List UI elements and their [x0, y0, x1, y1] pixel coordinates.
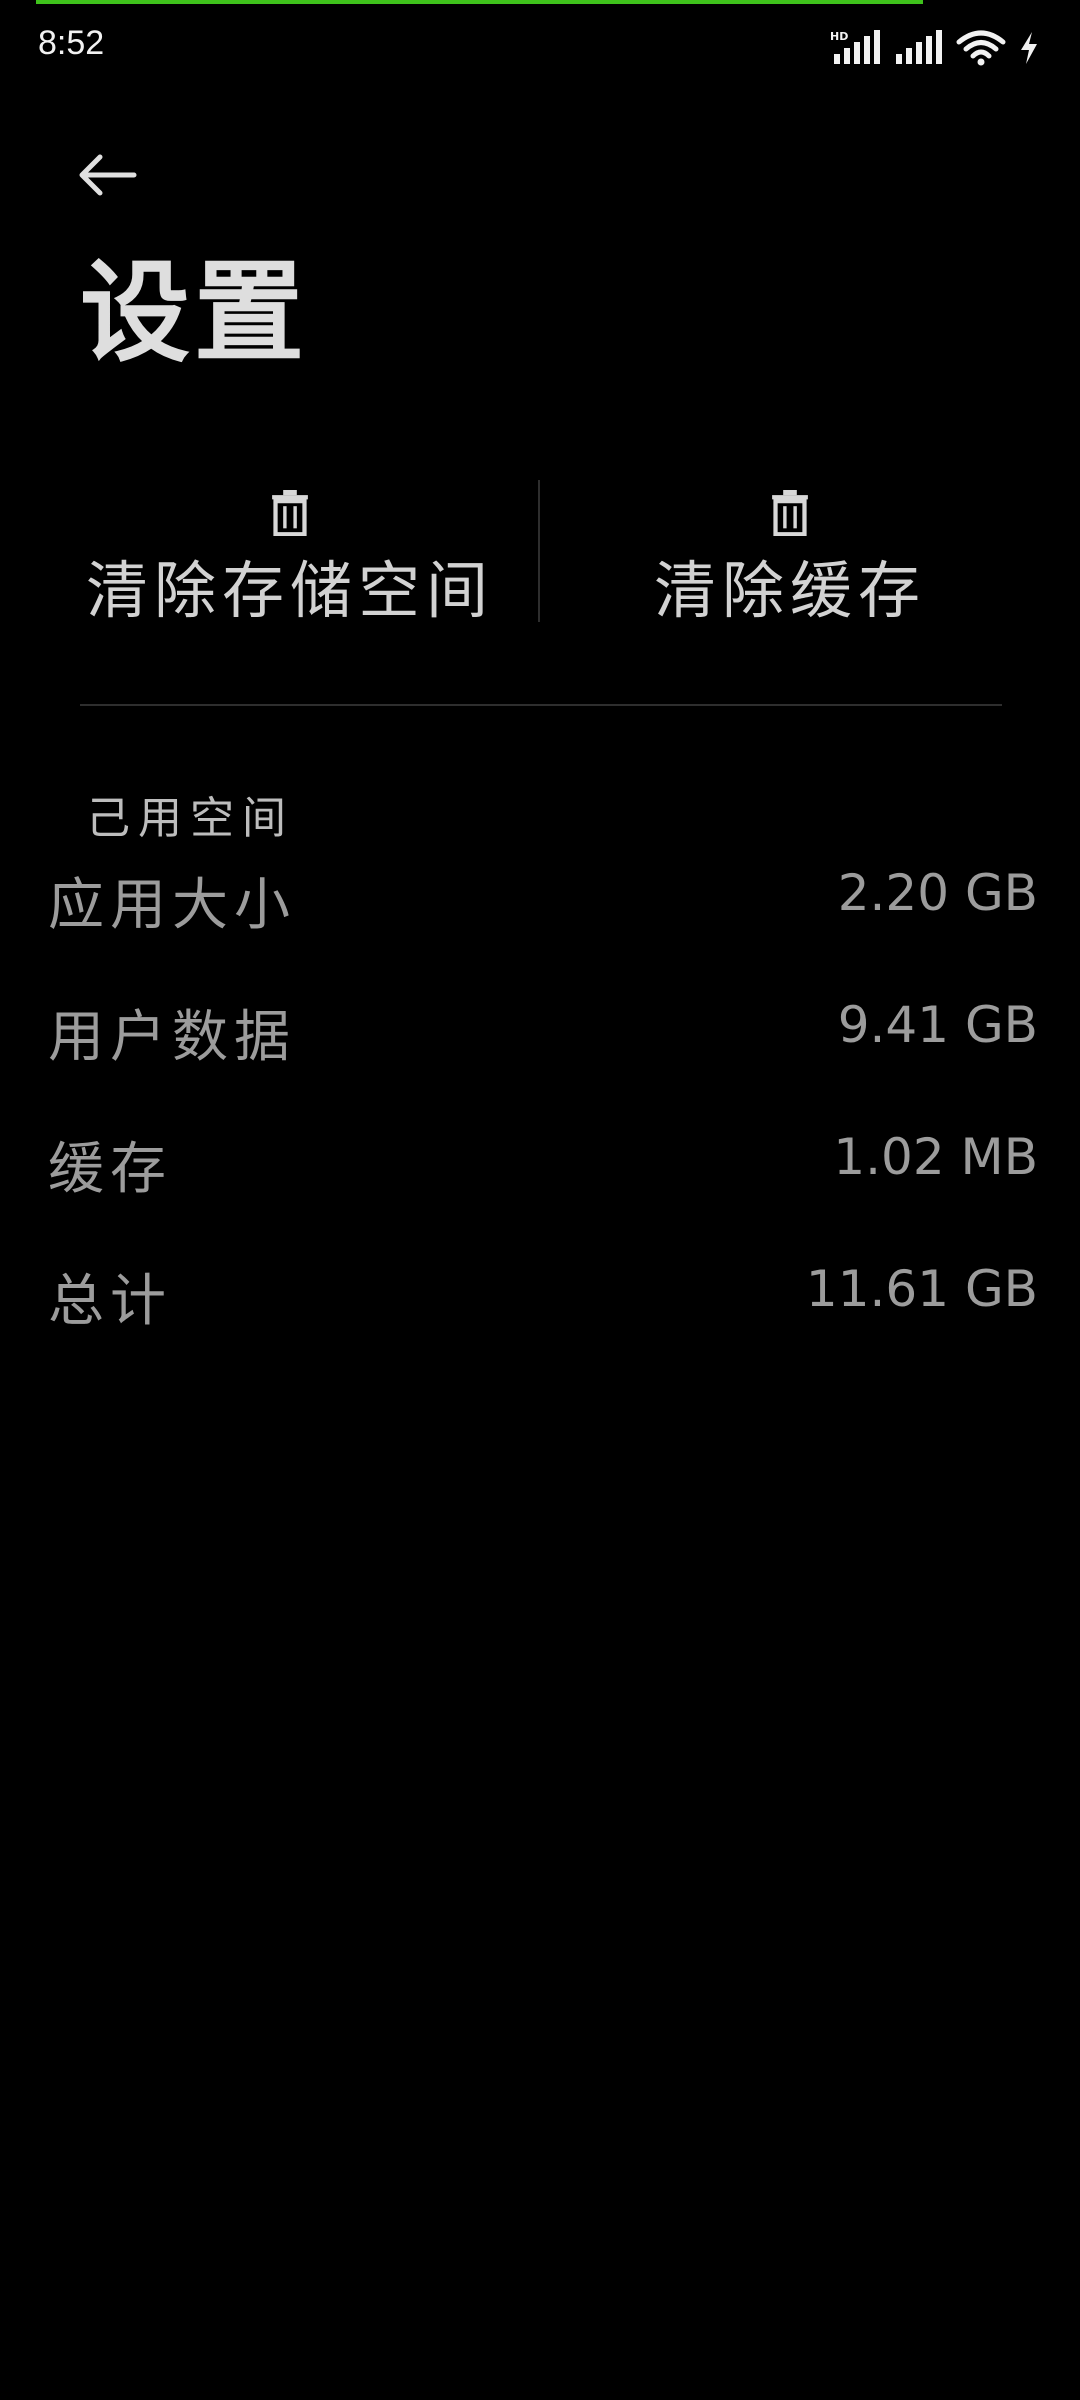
status-bar: 8:52 HD: [0, 0, 1080, 90]
storage-row-user-data: 用户数据 9.41 GB: [48, 982, 1038, 1114]
clear-cache-label: 清除缓存: [653, 554, 926, 627]
storage-row-cache: 缓存 1.02 MB: [48, 1114, 1038, 1246]
section-title-used-space: 己用空间: [86, 793, 294, 844]
row-label: 缓存: [48, 1137, 172, 1202]
trash-icon: [272, 490, 308, 536]
arrow-left-icon: [79, 154, 137, 196]
page-title: 设置: [80, 248, 308, 377]
storage-row-total: 总计 11.61 GB: [48, 1246, 1038, 1378]
row-value: 2.20 GB: [837, 864, 1038, 922]
status-time: 8:52: [38, 24, 105, 62]
row-label: 用户数据: [48, 1005, 296, 1070]
cellular-signal-2-icon: [896, 30, 942, 64]
back-button[interactable]: [62, 140, 152, 210]
wifi-icon: [956, 30, 1006, 66]
row-value: 11.61 GB: [805, 1260, 1038, 1318]
row-value: 9.41 GB: [837, 996, 1038, 1054]
charging-bolt-icon: [1021, 32, 1037, 64]
storage-actions: 清除存储空间 清除缓存: [0, 470, 1080, 630]
status-icons: HD: [830, 26, 1040, 66]
storage-row-app-size: 应用大小 2.20 GB: [48, 850, 1038, 982]
row-label: 总计: [48, 1269, 172, 1334]
section-divider: [80, 704, 1002, 706]
clear-storage-label: 清除存储空间: [85, 554, 494, 627]
cellular-signal-icon: HD: [830, 30, 880, 64]
network-badge: HD: [830, 30, 848, 43]
row-value: 1.02 MB: [833, 1128, 1038, 1186]
storage-usage-list: 应用大小 2.20 GB 用户数据 9.41 GB 缓存 1.02 MB 总计 …: [48, 850, 1038, 1378]
row-label: 应用大小: [48, 873, 296, 938]
action-divider: [538, 480, 540, 622]
trash-icon: [772, 490, 808, 536]
clear-storage-button[interactable]: 清除存储空间: [60, 470, 520, 630]
clear-cache-button[interactable]: 清除缓存: [560, 470, 1020, 630]
